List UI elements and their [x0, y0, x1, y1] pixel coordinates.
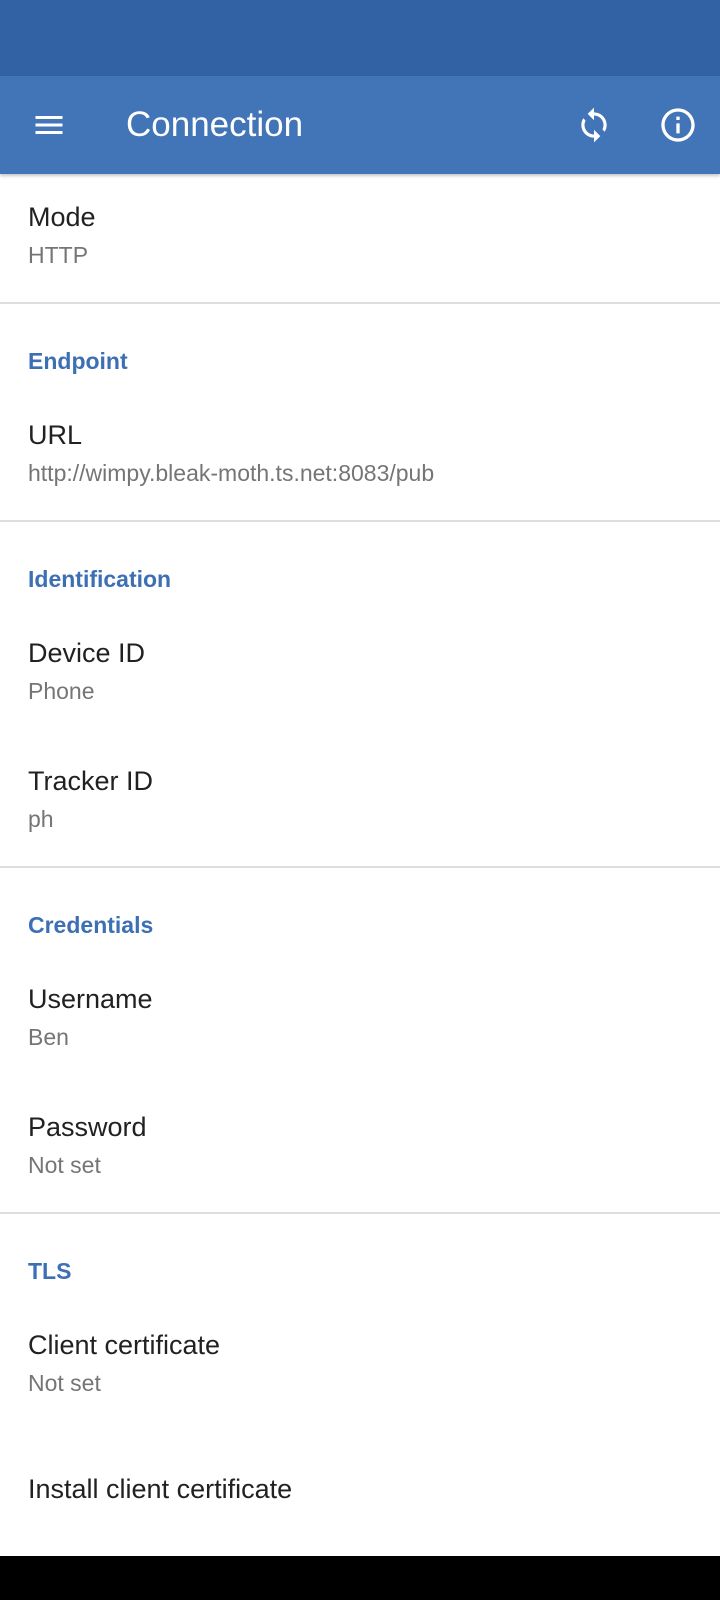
info-button[interactable] [643, 76, 713, 174]
pref-install-client-certificate[interactable]: Install client certificate [0, 1430, 720, 1558]
page-title: Connection [126, 105, 304, 144]
pref-summary: Ben [28, 1024, 69, 1050]
pref-url[interactable]: URL http://wimpy.bleak-moth.ts.net:8083/… [0, 392, 720, 520]
menu-button[interactable] [14, 76, 84, 174]
pref-device-id[interactable]: Device ID Phone [0, 610, 720, 738]
menu-icon [35, 116, 63, 134]
status-bar [0, 0, 720, 76]
pref-title: Client certificate [28, 1330, 221, 1360]
navigation-bar [0, 1556, 720, 1600]
pref-summary: Not set [28, 1370, 101, 1396]
pref-summary: Not set [28, 1152, 101, 1178]
category-title: TLS [28, 1258, 72, 1284]
category-credentials: Credentials [0, 868, 720, 956]
category-title: Identification [28, 566, 172, 592]
pref-title: Tracker ID [28, 766, 154, 796]
category-tls: TLS [0, 1214, 720, 1302]
settings-list: Mode HTTP Endpoint URL http://wimpy.blea… [0, 174, 720, 1558]
category-title: Endpoint [28, 348, 128, 374]
pref-mode[interactable]: Mode HTTP [0, 174, 720, 302]
pref-title: Install client certificate [28, 1474, 293, 1504]
info-icon [661, 108, 695, 142]
pref-title: Password [28, 1112, 147, 1142]
pref-summary: ph [28, 806, 54, 832]
category-endpoint: Endpoint [0, 304, 720, 392]
refresh-button[interactable] [559, 76, 629, 174]
pref-username[interactable]: Username Ben [0, 956, 720, 1084]
category-identification: Identification [0, 522, 720, 610]
pref-client-certificate[interactable]: Client certificate Not set [0, 1302, 720, 1430]
pref-summary: Phone [28, 678, 95, 704]
pref-title: Mode [28, 202, 96, 232]
pref-tracker-id[interactable]: Tracker ID ph [0, 738, 720, 866]
pref-title: Device ID [28, 638, 146, 668]
pref-title: Username [28, 984, 153, 1014]
pref-password[interactable]: Password Not set [0, 1084, 720, 1212]
refresh-icon [581, 107, 607, 143]
app-bar: Connection [0, 76, 720, 174]
pref-title: URL [28, 420, 83, 450]
pref-summary: http://wimpy.bleak-moth.ts.net:8083/pub [28, 460, 435, 486]
category-title: Credentials [28, 912, 154, 938]
pref-summary: HTTP [28, 242, 89, 268]
